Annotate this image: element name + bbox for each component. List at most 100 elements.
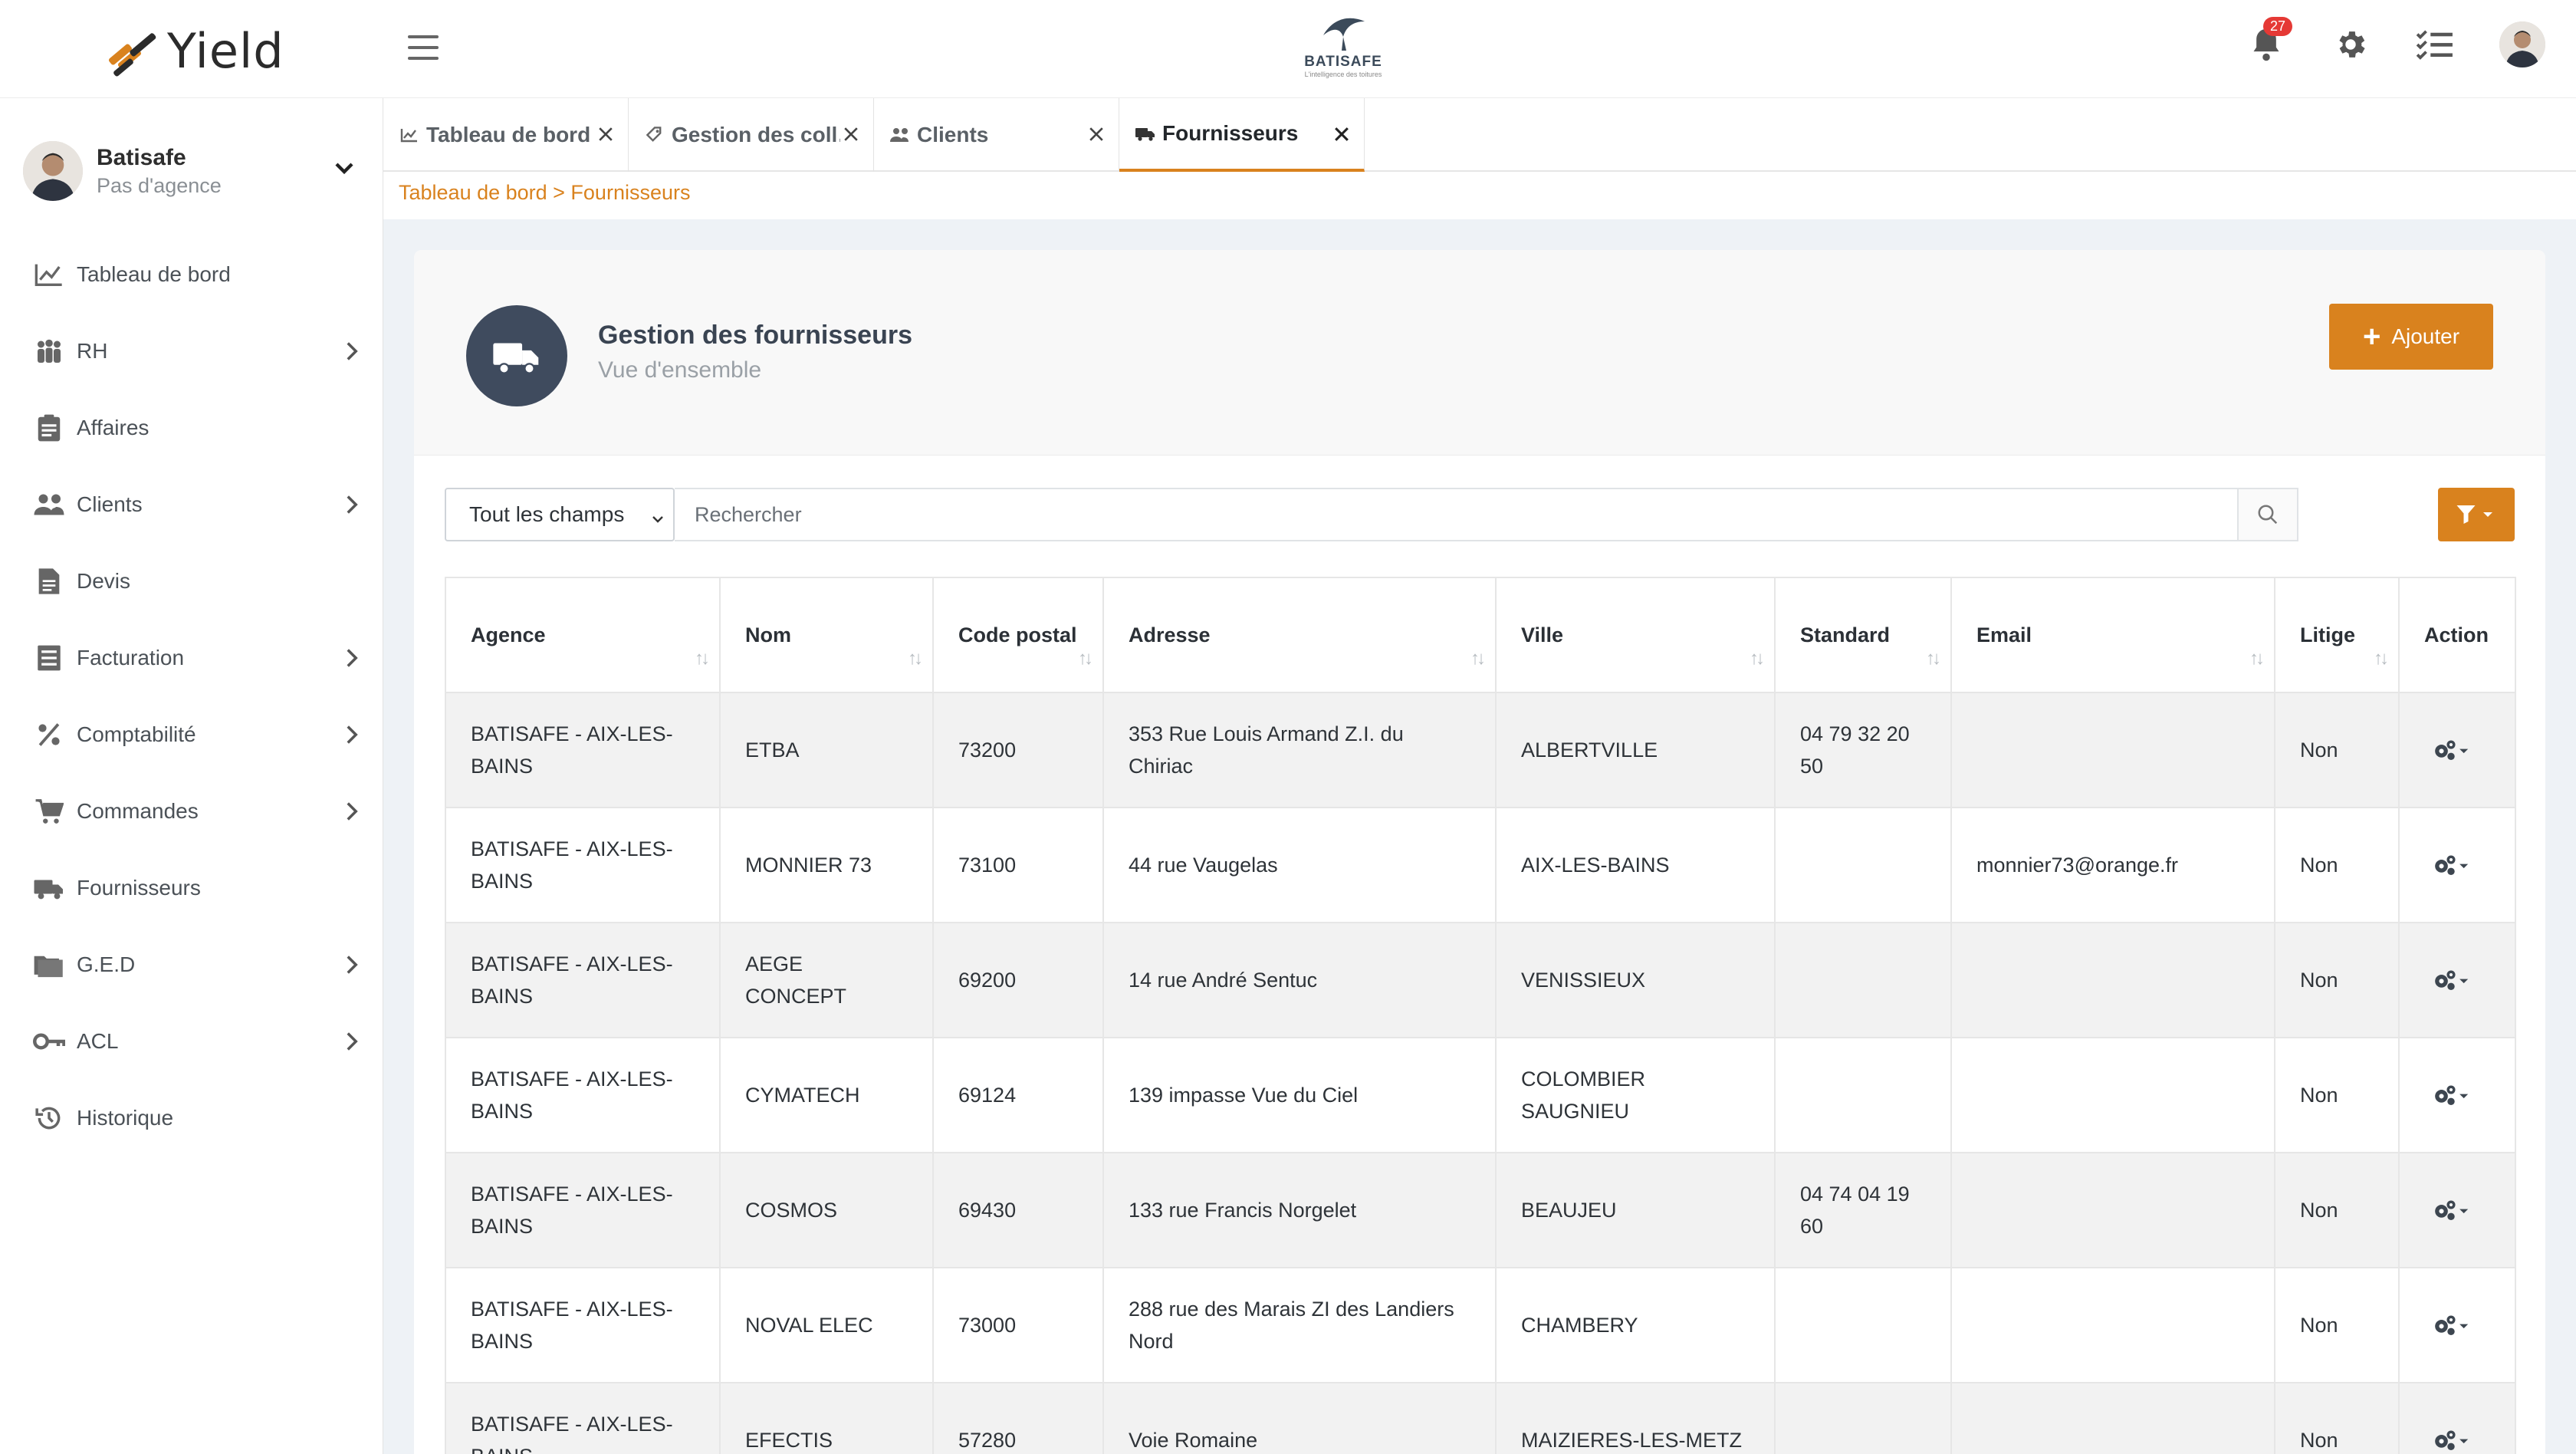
notification-badge: 27 [2262,17,2292,36]
sidebar-item-affaires[interactable]: Affaires [0,390,383,466]
filter-button[interactable] [2438,488,2515,541]
sidebar-item-ged[interactable]: G.E.D [0,926,383,1003]
user-profile[interactable]: Batisafe Pas d'agence [23,141,360,201]
cell-action [2398,692,2516,808]
table-row[interactable]: BATISAFE - AIX-LES-BAINS AEGE CONCEPT 69… [445,922,2516,1038]
cell-litige: Non [2274,1267,2400,1383]
row-actions-button[interactable] [2424,1314,2490,1336]
cell-code-postal: 69430 [932,1152,1104,1268]
cell-action [2398,1152,2516,1268]
sidebar-item-devis[interactable]: Devis [0,543,383,620]
cell-email [1950,1037,2275,1153]
breadcrumb[interactable]: Tableau de bord > Fournisseurs [399,181,690,205]
tab-bar: Tableau de bord Gestion des coll… Client… [383,98,2576,172]
row-actions-button[interactable] [2424,1199,2490,1221]
tasks-button[interactable] [2415,21,2455,67]
close-icon[interactable] [1332,124,1352,144]
column-header-agence[interactable]: Agence ↑↓ [445,577,721,693]
sidebar-item-facturation[interactable]: Facturation [0,620,383,696]
table-row[interactable]: BATISAFE - AIX-LES-BAINS EFECTIS 57280 V… [445,1382,2516,1454]
chevron-right-icon [343,340,360,366]
cell-standard: 04 74 04 19 60 [1774,1152,1952,1268]
row-actions-button[interactable] [2424,739,2490,761]
sidebar-item-historique[interactable]: Historique [0,1080,383,1156]
cell-standard [1774,922,1952,1038]
chevron-down-icon [650,508,665,532]
column-header-standard[interactable]: Standard ↑↓ [1774,577,1952,693]
cell-litige: Non [2274,1037,2400,1153]
key-icon [32,1026,66,1057]
sidebar-item-comptabilite[interactable]: Comptabilité [0,696,383,773]
cell-agence: BATISAFE - AIX-LES-BAINS [445,1152,721,1268]
cell-adresse: 139 impasse Vue du Ciel [1102,1037,1497,1153]
add-supplier-button[interactable]: + Ajouter [2329,304,2493,370]
notifications-button[interactable]: 27 [2246,17,2292,67]
row-actions-button[interactable] [2424,854,2490,876]
close-icon[interactable] [596,124,616,144]
row-actions-button[interactable] [2424,969,2490,991]
sidebar-item-commandes[interactable]: Commandes [0,773,383,850]
folder-icon [32,949,66,980]
close-icon[interactable] [841,124,861,144]
search-button[interactable] [2237,488,2298,541]
row-actions-button[interactable] [2424,1429,2490,1451]
table-row[interactable]: BATISAFE - AIX-LES-BAINS NOVAL ELEC 7300… [445,1267,2516,1383]
settings-button[interactable] [2331,21,2371,67]
column-header-code-postal[interactable]: Code postal ↑↓ [932,577,1104,693]
sidebar-item-rh[interactable]: RH [0,313,383,390]
cell-nom: NOVAL ELEC [719,1267,934,1383]
table-row[interactable]: BATISAFE - AIX-LES-BAINS ETBA 73200 353 … [445,692,2516,808]
tab-gestion-collaborateurs[interactable]: Gestion des coll… [629,98,874,172]
table-row[interactable]: BATISAFE - AIX-LES-BAINS CYMATECH 69124 … [445,1037,2516,1153]
brand-logo: BATISAFE L'intelligence des toitures [1303,14,1383,83]
app-logo[interactable]: Yield [104,23,284,79]
table-header-row: Agence ↑↓ Nom ↑↓ Code postal ↑↓ Adresse ↑↓ V… [445,577,2516,693]
close-icon[interactable] [1086,124,1106,144]
search-field-select[interactable]: Tout les champs [445,488,675,541]
sidebar-item-tableau-de-bord[interactable]: Tableau de bord [0,236,383,313]
sidebar-item-label: Comptabilité [77,722,196,746]
column-header-action: Action [2398,577,2516,693]
cell-adresse: 353 Rue Louis Armand Z.I. du Chiriac [1102,692,1497,808]
tab-tableau-de-bord[interactable]: Tableau de bord [383,98,629,172]
cell-email[interactable]: monnier73@orange.fr [1950,807,2275,923]
row-actions-button[interactable] [2424,1084,2490,1106]
sidebar: Batisafe Pas d'agence Tableau de bord RH… [0,98,383,1454]
page-title: Gestion des fournisseurs [598,321,912,350]
tab-fournisseurs[interactable]: Fournisseurs [1119,98,1365,172]
cell-agence: BATISAFE - AIX-LES-BAINS [445,692,721,808]
cell-adresse: 288 rue des Marais ZI des Landiers Nord [1102,1267,1497,1383]
cell-litige: Non [2274,1382,2400,1454]
user-avatar-top[interactable] [2499,21,2545,67]
sidebar-item-acl[interactable]: ACL [0,1003,383,1080]
column-header-ville[interactable]: Ville ↑↓ [1495,577,1776,693]
table-row[interactable]: BATISAFE - AIX-LES-BAINS MONNIER 73 7310… [445,807,2516,923]
table-row[interactable]: BATISAFE - AIX-LES-BAINS COSMOS 69430 13… [445,1152,2516,1268]
cell-ville: VENISSIEUX [1495,922,1776,1038]
users-icon [32,489,66,520]
user-name: Batisafe [97,144,186,170]
cell-code-postal: 73100 [932,807,1104,923]
select-value: Tout les champs [469,502,625,526]
column-header-litige[interactable]: Litige ↑↓ [2274,577,2400,693]
sidebar-item-fournisseurs[interactable]: Fournisseurs [0,850,383,926]
tab-label: Fournisseurs [1162,121,1299,145]
cell-action [2398,807,2516,923]
cell-standard: 04 79 32 20 50 [1774,692,1952,808]
cogs-icon [2435,740,2469,761]
sidebar-item-label: Facturation [77,646,185,669]
column-header-nom[interactable]: Nom ↑↓ [719,577,934,693]
cell-ville: BEAUJEU [1495,1152,1776,1268]
chevron-down-icon[interactable] [333,156,356,183]
cell-email [1950,1152,2275,1268]
sidebar-item-clients[interactable]: Clients [0,466,383,543]
tab-clients[interactable]: Clients [874,98,1119,172]
cell-email [1950,1382,2275,1454]
menu-toggle-icon[interactable] [408,35,439,61]
search-icon [2258,505,2278,525]
column-header-adresse[interactable]: Adresse ↑↓ [1102,577,1497,693]
search-input[interactable]: Rechercher [675,488,2239,541]
sidebar-item-label: G.E.D [77,952,136,976]
column-header-email[interactable]: Email ↑↓ [1950,577,2275,693]
cell-ville: MAIZIERES-LES-METZ [1495,1382,1776,1454]
